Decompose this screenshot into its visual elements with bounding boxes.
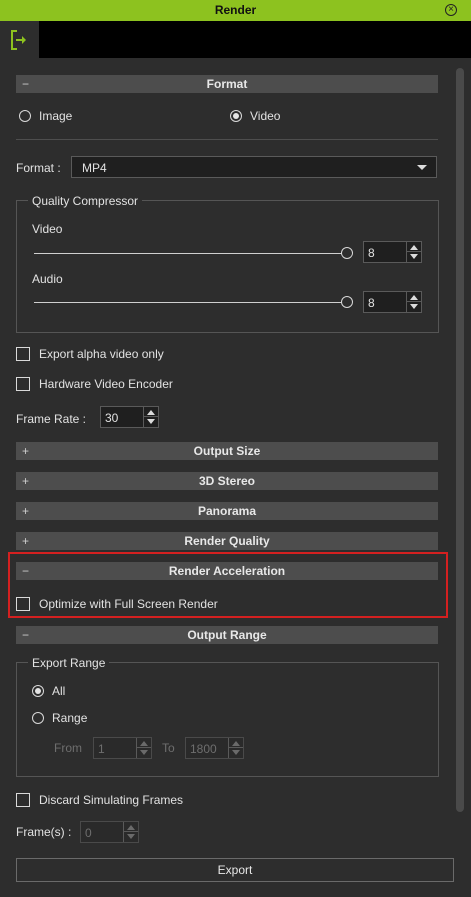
audio-quality-label: Audio <box>32 272 63 286</box>
highlight-box <box>8 552 448 618</box>
audio-quality-spinbox[interactable]: 8 <box>363 291 422 313</box>
audio-quality-value: 8 <box>368 296 375 310</box>
from-value: 1 <box>98 742 105 756</box>
divider <box>16 139 438 140</box>
section-output-size[interactable]: + Output Size <box>16 442 438 460</box>
section-panorama-label: Panorama <box>197 504 257 518</box>
scrollbar[interactable] <box>456 68 464 812</box>
spin-up-icon[interactable] <box>127 825 135 830</box>
from-label: From <box>54 741 82 755</box>
expand-icon: + <box>22 474 30 488</box>
expand-icon: + <box>22 444 30 458</box>
quality-compressor-group <box>16 200 439 333</box>
section-output-size-label: Output Size <box>193 444 261 458</box>
spin-up-icon[interactable] <box>410 295 418 300</box>
window-title: Render <box>214 3 257 17</box>
frame-rate-spinbox[interactable]: 30 <box>100 406 159 428</box>
expand-icon: + <box>22 534 30 548</box>
video-quality-label: Video <box>32 222 63 236</box>
chevron-down-icon <box>417 165 427 170</box>
audio-quality-slider-handle[interactable] <box>341 296 353 308</box>
video-quality-value: 8 <box>368 246 375 260</box>
range-all-label: All <box>52 684 66 698</box>
audio-quality-slider[interactable] <box>34 302 346 303</box>
hardware-encoder-label: Hardware Video Encoder <box>39 377 173 391</box>
to-spinbox[interactable]: 1800 <box>185 737 244 759</box>
section-format-label: Format <box>206 77 248 91</box>
video-radio-label: Video <box>250 109 281 123</box>
to-label: To <box>162 741 175 755</box>
export-alpha-label: Export alpha video only <box>39 347 164 361</box>
discard-simulating-checkbox[interactable] <box>16 793 30 807</box>
section-render-quality[interactable]: + Render Quality <box>16 532 438 550</box>
section-3d-stereo-label: 3D Stereo <box>198 474 256 488</box>
video-quality-spinbox[interactable]: 8 <box>363 241 422 263</box>
format-dropdown[interactable]: MP4 <box>71 156 437 178</box>
video-quality-slider[interactable] <box>34 253 346 254</box>
format-dropdown-value: MP4 <box>82 161 107 175</box>
expand-icon: + <box>22 504 30 518</box>
export-button[interactable]: Export <box>16 858 454 882</box>
section-3d-stereo[interactable]: + 3D Stereo <box>16 472 438 490</box>
frames-label: Frame(s) : <box>16 825 72 839</box>
title-bar: Render × <box>0 0 471 21</box>
render-tab[interactable] <box>0 21 39 58</box>
section-output-range-label: Output Range <box>187 628 267 642</box>
discard-simulating-label: Discard Simulating Frames <box>39 793 184 807</box>
format-label: Format : <box>16 161 61 175</box>
range-custom-label: Range <box>52 711 88 725</box>
hardware-encoder-checkbox[interactable] <box>16 377 30 391</box>
spin-down-icon[interactable] <box>140 750 148 755</box>
section-render-quality-label: Render Quality <box>184 534 270 548</box>
section-output-range[interactable]: − Output Range <box>16 626 438 644</box>
range-custom-radio[interactable] <box>32 712 44 724</box>
spin-down-icon[interactable] <box>410 304 418 309</box>
spin-down-icon[interactable] <box>410 254 418 259</box>
to-value: 1800 <box>190 742 217 756</box>
section-panorama[interactable]: + Panorama <box>16 502 438 520</box>
spin-down-icon[interactable] <box>147 419 155 424</box>
image-radio[interactable] <box>19 110 31 122</box>
frames-spinbox[interactable]: 0 <box>80 821 139 843</box>
frame-rate-label: Frame Rate : <box>16 412 87 426</box>
collapse-icon: − <box>22 628 30 642</box>
range-all-radio[interactable] <box>32 685 44 697</box>
from-spinbox[interactable]: 1 <box>93 737 152 759</box>
frames-value: 0 <box>85 826 92 840</box>
close-icon[interactable]: × <box>445 4 457 16</box>
export-arrow-icon <box>11 30 26 50</box>
spin-down-icon[interactable] <box>232 750 240 755</box>
image-radio-label: Image <box>39 109 73 123</box>
section-format[interactable]: − Format <box>16 75 438 93</box>
spin-up-icon[interactable] <box>410 245 418 250</box>
spin-up-icon[interactable] <box>232 741 240 746</box>
spin-up-icon[interactable] <box>147 410 155 415</box>
video-radio[interactable] <box>230 110 242 122</box>
export-range-title: Export Range <box>28 656 110 670</box>
export-alpha-checkbox[interactable] <box>16 347 30 361</box>
spin-up-icon[interactable] <box>140 741 148 746</box>
collapse-icon: − <box>22 77 30 91</box>
render-panel: − Format Image Video Format : MP4 Qualit… <box>0 58 471 897</box>
video-quality-slider-handle[interactable] <box>341 247 353 259</box>
quality-compressor-title: Quality Compressor <box>28 194 143 208</box>
toolstrip <box>0 21 471 59</box>
frame-rate-value: 30 <box>105 411 119 425</box>
spin-down-icon[interactable] <box>127 834 135 839</box>
